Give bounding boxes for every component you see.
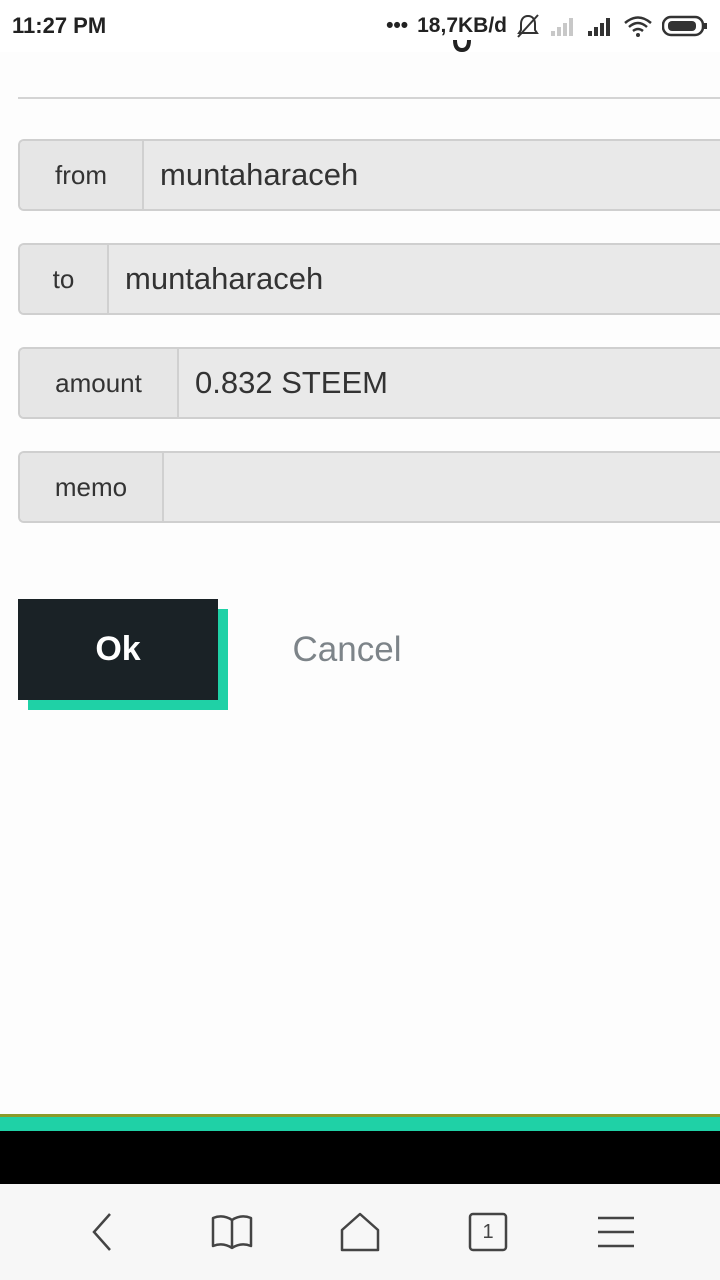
to-field[interactable]: muntaharaceh (109, 245, 720, 313)
amount-field[interactable]: 0.832 STEEM (179, 349, 720, 417)
memo-field[interactable] (164, 453, 720, 521)
to-field-group: to muntaharaceh (18, 243, 720, 315)
tab-count: 1 (482, 1220, 494, 1243)
heading-glyph-fragment (453, 40, 471, 53)
from-field-group: from muntaharaceh (18, 139, 720, 211)
ok-button-wrapper: Ok (18, 599, 228, 710)
mute-icon (516, 13, 540, 39)
amount-field-group: amount 0.832 STEEM (18, 347, 720, 419)
home-icon[interactable] (330, 1202, 390, 1262)
status-dots: ••• (386, 14, 409, 37)
footer-bar (0, 1131, 720, 1184)
memo-label: memo (20, 453, 164, 521)
bookmarks-icon[interactable] (202, 1202, 262, 1262)
to-label: to (20, 245, 109, 313)
page-heading-clipped (0, 40, 720, 54)
signal-icon (586, 15, 614, 37)
ok-button[interactable]: Ok (18, 599, 218, 700)
cancel-button[interactable]: Cancel (272, 612, 422, 688)
transfer-page: 11:27 PM ••• 18,7KB/d from muntaharaceh … (0, 0, 720, 1280)
battery-icon (662, 15, 708, 37)
memo-field-group: memo (18, 451, 720, 523)
footer-accent-strip (0, 1114, 720, 1131)
status-icons: ••• 18,7KB/d (386, 13, 708, 39)
status-time: 11:27 PM (12, 13, 107, 38)
back-icon[interactable] (74, 1202, 134, 1262)
signal-weak-icon (549, 15, 577, 37)
network-speed: 18,7KB/d (417, 14, 507, 37)
wifi-icon (623, 14, 653, 38)
section-divider (18, 97, 720, 99)
from-label: from (20, 141, 144, 209)
tabs-icon[interactable]: 1 (458, 1202, 518, 1262)
from-field[interactable]: muntaharaceh (144, 141, 720, 209)
amount-label: amount (20, 349, 179, 417)
browser-nav-bar: 1 (0, 1184, 720, 1280)
menu-icon[interactable] (586, 1202, 646, 1262)
